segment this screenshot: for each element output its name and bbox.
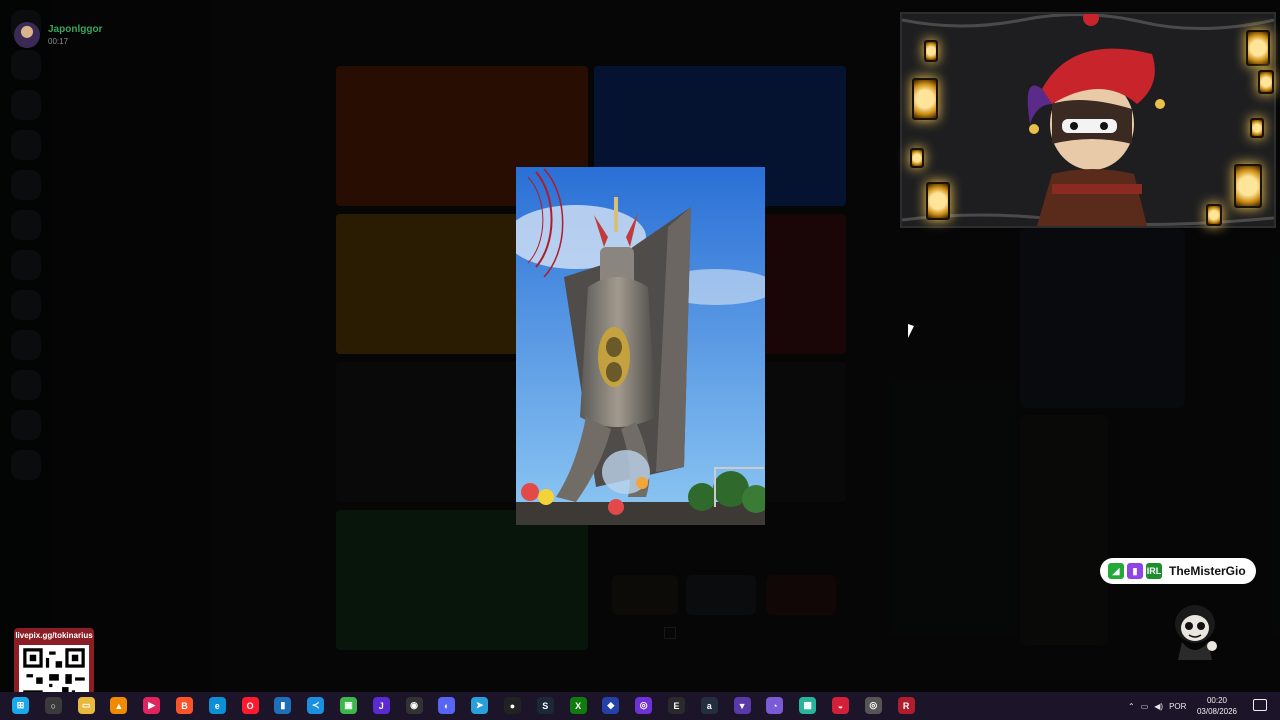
media-player-icon[interactable]: ▶ (143, 697, 161, 714)
clock-date: 03/08/2026 (1196, 707, 1238, 716)
system-tray: ⌃ ▭ ◀) POR (1128, 692, 1186, 720)
mouse-cursor-icon (908, 324, 914, 340)
clock-time: 00:20 (1206, 696, 1228, 705)
notifications-icon[interactable] (1253, 699, 1267, 711)
chevron-up-icon[interactable]: ⌃ (1128, 702, 1135, 711)
vpn-icon[interactable]: ▼ (733, 697, 751, 714)
xbox-icon[interactable]: X (569, 697, 587, 714)
file-explorer-icon[interactable]: ▭ (77, 697, 95, 714)
image-preview[interactable] (516, 167, 765, 525)
vscode-icon[interactable]: ≺ (307, 697, 325, 714)
jester-avatar-art (901, 10, 1275, 227)
discord-icon[interactable]: ◐ (438, 697, 456, 714)
obs-icon[interactable]: ● (504, 697, 521, 714)
network-icon[interactable]: ▭ (1141, 702, 1149, 711)
user-name: Japonlggor (48, 24, 103, 35)
lantern-icon (910, 148, 924, 168)
volume-icon[interactable]: ◀) (1154, 702, 1163, 711)
social-handle-badge: ◢ ▮ IRL TheMisterGio (1100, 558, 1256, 584)
edge-browser-icon[interactable]: e (208, 697, 226, 714)
epic-games-icon[interactable]: E (668, 697, 685, 714)
call-timer: 00:17 (48, 37, 69, 46)
opera-browser-icon[interactable]: O (241, 697, 259, 714)
taskbar-clock[interactable]: 00:20 03/08/2026 (1196, 695, 1238, 717)
irl-icon: IRL (1146, 563, 1162, 579)
lantern-icon (1246, 30, 1270, 66)
lantern-icon (926, 182, 950, 220)
language-indicator[interactable]: POR (1169, 702, 1186, 711)
voice-user-card[interactable]: Japonlggor 00:17 (14, 22, 102, 48)
app-red-icon[interactable]: ◒ (832, 697, 849, 714)
app-r-icon[interactable]: R (897, 697, 915, 714)
twitch-icon[interactable]: ◎ (635, 697, 653, 714)
twitch-icon: ▮ (1127, 563, 1143, 579)
amazon-icon[interactable]: a (700, 697, 718, 714)
lantern-icon (1206, 204, 1222, 226)
streamer-handle: TheMisterGio (1169, 564, 1246, 578)
lantern-icon (1250, 118, 1264, 138)
streamer-webcam-frame (900, 10, 1276, 228)
brave-browser-icon[interactable]: B (176, 697, 193, 714)
avatar (14, 22, 40, 48)
steam-icon[interactable]: S (536, 697, 554, 714)
windows-start-icon[interactable]: ⊞ (12, 697, 29, 714)
lantern-icon (1234, 164, 1262, 208)
github-icon[interactable]: ◉ (405, 697, 423, 714)
vlc-icon[interactable]: ▲ (110, 697, 128, 714)
statue-photo (516, 167, 765, 525)
mascot-sticker (1175, 605, 1217, 660)
lantern-icon (912, 78, 938, 120)
search-app-icon[interactable]: ○ (44, 697, 62, 714)
telegram-icon[interactable]: ➤ (471, 697, 489, 714)
kick-icon: ◢ (1108, 563, 1124, 579)
app-blue-icon[interactable]: ▮ (274, 697, 292, 714)
lantern-icon (924, 40, 938, 62)
app-purple-icon[interactable]: ◔ (766, 697, 784, 714)
app-teal-icon[interactable]: ▩ (799, 697, 817, 714)
lantern-icon (1258, 70, 1274, 94)
donation-url: livepix.gg/tokinarius (15, 631, 93, 640)
app-dark-blue-icon[interactable]: ◆ (602, 697, 620, 714)
jetbrains-icon[interactable]: J (372, 697, 390, 714)
app-green-icon[interactable]: ▣ (340, 697, 357, 714)
app-gray-icon[interactable]: ◎ (864, 697, 882, 714)
